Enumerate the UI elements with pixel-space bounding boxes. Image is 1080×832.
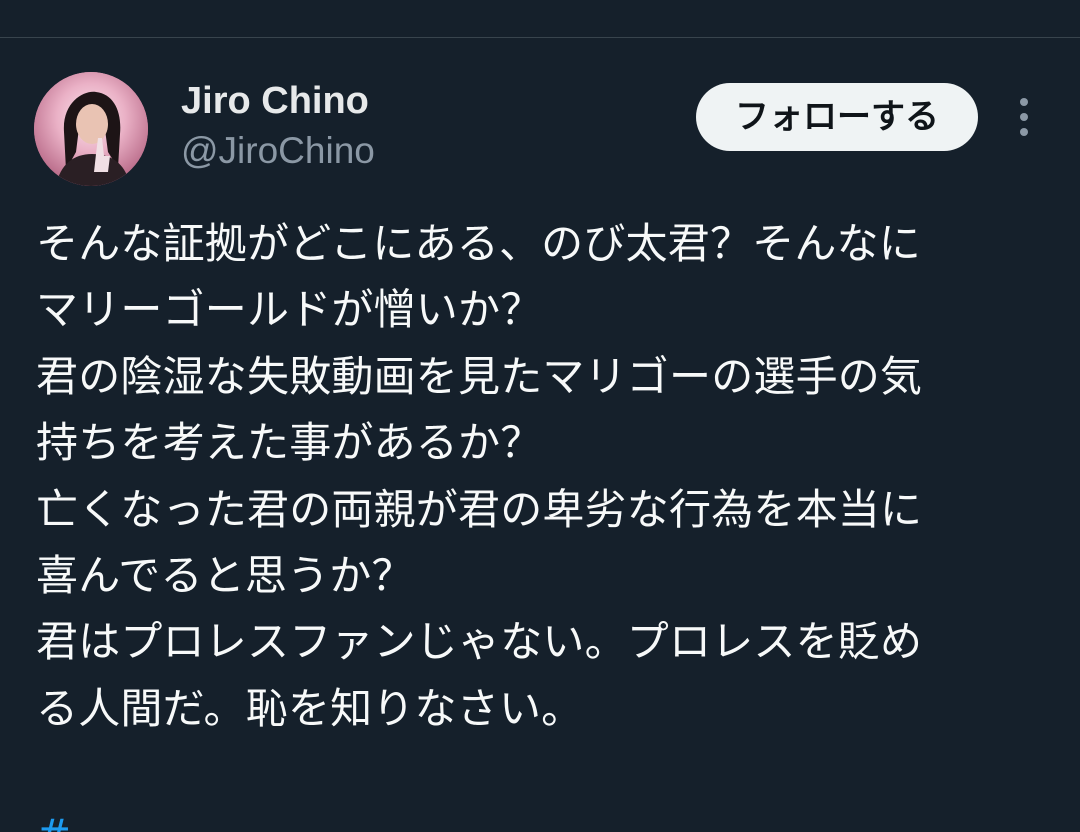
hashtag-clip: #... <box>36 812 236 832</box>
tweet-line: 喜んでると思うか？ <box>36 550 414 600</box>
follow-button[interactable]: フォローする <box>696 83 978 151</box>
avatar[interactable] <box>34 72 148 186</box>
author-handle[interactable]: @JiroChino <box>181 128 375 174</box>
tweet-line: る人間だ。恥を知りなさい。 <box>36 683 584 733</box>
tweet-line: 持ちを考えた事があるか？ <box>36 418 543 468</box>
tweet-line: 君はプロレスファンじゃない。プロレスを貶め <box>36 617 923 667</box>
more-vertical-icon[interactable] <box>1008 96 1040 140</box>
top-bar <box>0 0 1080 38</box>
author-display-name[interactable]: Jiro Chino <box>181 78 369 124</box>
hashtag-link[interactable]: #... <box>36 812 236 832</box>
tweet-line: 君の陰湿な失敗動画を見たマリゴーの選手の気 <box>36 351 923 401</box>
tweet-line: マリーゴールドが憎いか？ <box>36 285 543 335</box>
tweet-line: そんな証拠がどこにある、のび太君？そんなに <box>36 219 921 268</box>
tweet-text: そんな証拠がどこにある、のび太君？そんなに マリーゴールドが憎いか？ 君の陰湿な… <box>36 211 1056 742</box>
avatar-image <box>34 72 148 186</box>
tweet-line: 亡くなった君の両親が君の卑劣な行為を本当に <box>36 484 923 534</box>
